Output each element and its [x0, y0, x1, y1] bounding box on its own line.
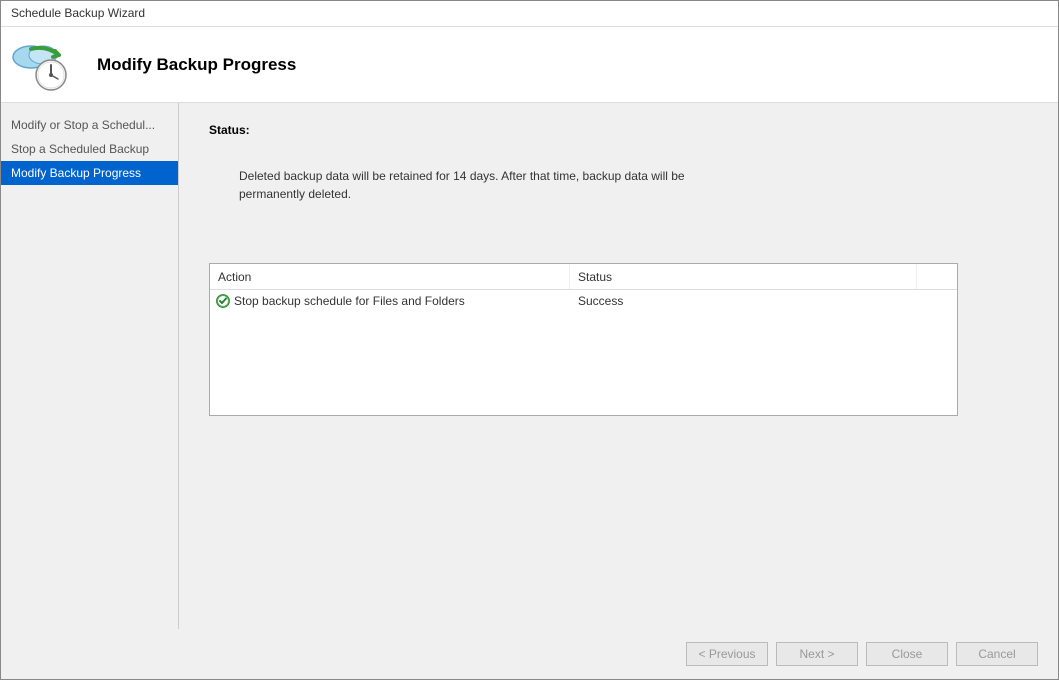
page-title: Modify Backup Progress	[97, 55, 296, 75]
next-button[interactable]: Next >	[776, 642, 858, 666]
backup-icon	[11, 37, 67, 93]
row-action-text: Stop backup schedule for Files and Folde…	[234, 294, 465, 308]
cancel-button[interactable]: Cancel	[956, 642, 1038, 666]
wizard-steps-sidebar: Modify or Stop a Schedul... Stop a Sched…	[1, 103, 179, 629]
table-row[interactable]: Stop backup schedule for Files and Folde…	[210, 290, 957, 312]
close-button[interactable]: Close	[866, 642, 948, 666]
wizard-footer: < Previous Next > Close Cancel	[1, 629, 1058, 679]
sidebar-item-stop-scheduled[interactable]: Stop a Scheduled Backup	[1, 137, 178, 161]
row-action-cell: Stop backup schedule for Files and Folde…	[210, 294, 570, 308]
progress-table: Action Status Stop backup schedule for F…	[209, 263, 958, 416]
success-check-icon	[216, 294, 230, 308]
column-header-action[interactable]: Action	[210, 264, 570, 289]
wizard-header: Modify Backup Progress	[1, 27, 1058, 103]
content-area: Status: Deleted backup data will be reta…	[179, 103, 1058, 629]
status-description: Deleted backup data will be retained for…	[239, 167, 719, 203]
row-status-cell: Success	[570, 294, 957, 308]
status-label: Status:	[209, 123, 1028, 137]
sidebar-item-modify-stop[interactable]: Modify or Stop a Schedul...	[1, 113, 178, 137]
sidebar-item-modify-progress[interactable]: Modify Backup Progress	[1, 161, 178, 185]
previous-button[interactable]: < Previous	[686, 642, 768, 666]
column-header-status[interactable]: Status	[570, 264, 917, 289]
window-title: Schedule Backup Wizard	[1, 1, 1058, 27]
table-header: Action Status	[210, 264, 957, 290]
